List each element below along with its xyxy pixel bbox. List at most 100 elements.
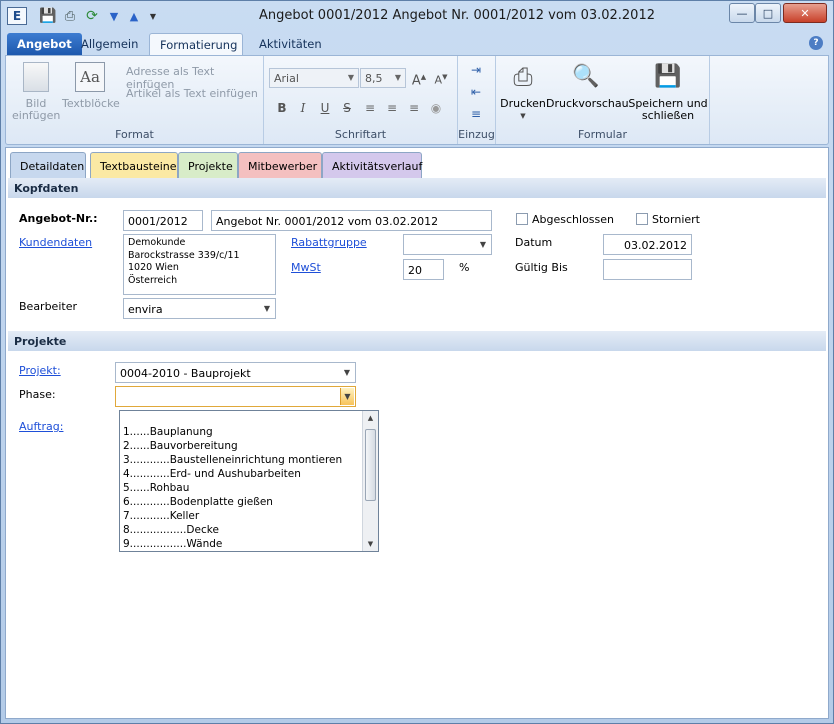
phase-dropdown-list[interactable]: 1......Bauplanung 2......Bauvorbereitung… (119, 410, 379, 552)
color-picker-icon[interactable]: ◉ (428, 100, 444, 116)
rabattgruppe-select[interactable]: ▼ (403, 234, 492, 255)
save-icon: 💾 (654, 64, 682, 89)
datum-field[interactable]: 03.02.2012 (603, 234, 692, 255)
chevron-down-icon: ▼ (394, 73, 402, 82)
refresh-icon[interactable]: ⟳ (83, 7, 101, 25)
datum-label: Datum (515, 236, 553, 249)
projekt-select[interactable]: 0004-2010 - Bauprojekt ▼ (115, 362, 356, 383)
section-kopfdaten: Kopfdaten (8, 178, 826, 198)
abgeschlossen-checkbox[interactable] (516, 213, 528, 225)
drucken-button[interactable]: ⎙ Drucken ▼ (500, 62, 546, 122)
projekt-link[interactable]: Projekt: (19, 364, 61, 377)
indent-increase-icon[interactable]: ⇥ (468, 62, 484, 78)
list-item[interactable]: 7............Keller (123, 509, 199, 523)
list-item[interactable]: 9.................Wände (123, 537, 222, 551)
group-schriftart-label: Schriftart (334, 128, 387, 141)
align-left-icon[interactable]: ≡ (362, 100, 378, 116)
address-line: Barockstrasse 339/c/11 (128, 249, 240, 261)
druckvorschau-button[interactable]: 🔍 Druckvorschau (546, 62, 629, 110)
font-family-select[interactable]: Arial ▼ (269, 68, 359, 88)
tab-formatierung[interactable]: Formatierung (149, 33, 243, 55)
align-center-icon[interactable]: ≡ (384, 100, 400, 116)
storniert-label: Storniert (652, 213, 700, 226)
list-item[interactable]: 8.................Decke (123, 523, 219, 537)
scrollbar[interactable]: ▲ ▼ (362, 411, 378, 551)
address-line: 1020 Wien (128, 262, 179, 273)
phase-select[interactable]: ▼ (115, 386, 356, 407)
save-close-button[interactable]: 💾 Speichern und schließen (628, 62, 708, 122)
auftrag-link[interactable]: Auftrag: (19, 420, 63, 433)
tab-detaildaten[interactable]: Detaildaten (10, 152, 86, 178)
tab-aktivitaetsverlauf[interactable]: Aktivitätsverlauf (322, 152, 422, 178)
mwst-link[interactable]: MwSt (291, 261, 321, 274)
indent-decrease-icon[interactable]: ⇤ (468, 84, 484, 100)
list-item[interactable]: 2......Bauvorbereitung (123, 439, 238, 453)
projekt-value: 0004-2010 - Bauprojekt (120, 367, 251, 380)
insert-picture-label: Bild einfügen (12, 97, 61, 122)
rabattgruppe-link[interactable]: Rabattgruppe (291, 236, 367, 249)
list-item[interactable]: 6............Bodenplatte gießen (123, 495, 273, 509)
tab-allgemein[interactable]: Allgemein (71, 33, 148, 55)
bearbeiter-select[interactable]: envira ▼ (123, 298, 276, 319)
customer-address-box[interactable]: Demokunde Barockstrasse 339/c/11 1020 Wi… (123, 234, 276, 295)
chevron-down-icon: ▼ (520, 112, 526, 120)
underline-button[interactable]: U (317, 100, 333, 116)
printer-icon: ⎙ (513, 63, 533, 91)
list-item[interactable]: 5......Rohbau (123, 481, 189, 495)
align-right-icon[interactable]: ≡ (406, 100, 422, 116)
group-formular-label: Formular (577, 128, 627, 141)
scroll-up-icon[interactable]: ▲ (363, 411, 378, 425)
mwst-field[interactable]: 20 (403, 259, 444, 280)
close-button[interactable]: ✕ (783, 3, 827, 23)
group-formular: ⎙ Drucken ▼ 🔍 Druckvorschau 💾 Speichern … (496, 56, 710, 144)
maximize-button[interactable]: □ (755, 3, 781, 23)
druckvorschau-label: Druckvorschau (546, 97, 629, 110)
group-einzug-label: Einzug (458, 128, 495, 141)
textbloecke-button[interactable]: Aa Textblöcke (62, 62, 120, 110)
bold-button[interactable]: B (274, 100, 290, 116)
app-icon[interactable]: E (7, 7, 27, 25)
picture-icon (23, 62, 49, 92)
kundendaten-link[interactable]: Kundendaten (19, 236, 92, 249)
group-schriftart: Arial ▼ 8,5 ▼ A▲ A▼ B I U S ≡ ≡ ≡ ◉ Schrif… (264, 56, 458, 144)
angebot-nr-field[interactable]: 0001/2012 (123, 210, 203, 231)
print-icon[interactable]: ⎙ (61, 7, 79, 25)
gueltig-bis-field[interactable] (603, 259, 692, 280)
chevron-down-icon: ▼ (340, 388, 354, 405)
grow-font-icon[interactable]: A▲ (411, 69, 427, 88)
help-icon[interactable]: ? (809, 36, 823, 50)
tab-projekte[interactable]: Projekte (178, 152, 238, 178)
ribbon-tab-bar: Angebot Allgemein Formatierung Aktivität… (1, 31, 833, 55)
angebot-title-field[interactable]: Angebot Nr. 0001/2012 vom 03.02.2012 (211, 210, 492, 231)
list-item[interactable]: 1......Bauplanung (123, 425, 213, 439)
scrollbar-thumb[interactable] (365, 429, 376, 501)
storniert-checkbox[interactable] (636, 213, 648, 225)
arrow-up-icon[interactable]: ▲ (127, 7, 141, 25)
bullet-list-icon[interactable]: ≡ (468, 106, 484, 122)
ribbon-panel: Bild einfügen Aa Textblöcke Adresse als … (5, 55, 829, 145)
arrow-down-icon[interactable]: ▼ (107, 7, 121, 25)
list-item[interactable]: 3............Baustelleneinrichtung monti… (123, 453, 342, 467)
tab-textbausteine[interactable]: Textbausteine (90, 152, 178, 178)
tab-aktivitaeten[interactable]: Aktivitäten (249, 33, 332, 55)
chevron-down-icon: ▼ (347, 73, 355, 82)
tab-mitbewerber[interactable]: Mitbewerber (238, 152, 322, 178)
angebot-nr-label: Angebot-Nr.: (19, 212, 98, 225)
minimize-button[interactable]: — (729, 3, 755, 23)
shrink-font-icon[interactable]: A▼ (433, 69, 449, 87)
customize-quick-access-icon[interactable]: ▼ (147, 7, 159, 25)
document-area: Detaildaten Textbausteine Projekte Mitbe… (5, 147, 829, 719)
text-blocks-icon: Aa (75, 62, 105, 92)
save-icon[interactable]: 💾 (39, 7, 57, 25)
phase-label: Phase: (19, 388, 56, 401)
list-item[interactable]: 4............Erd- und Aushubarbeiten (123, 467, 301, 481)
insert-article-text-button[interactable]: Artikel als Text einfügen (126, 87, 258, 100)
strikethrough-button[interactable]: S (339, 100, 355, 116)
italic-button[interactable]: I (295, 100, 311, 116)
scroll-down-icon[interactable]: ▼ (363, 537, 378, 551)
chevron-down-icon: ▼ (263, 304, 271, 313)
font-size-select[interactable]: 8,5 ▼ (360, 68, 406, 88)
address-line: Demokunde (128, 237, 186, 248)
insert-picture-button[interactable]: Bild einfügen (12, 62, 60, 122)
font-family-value: Arial (274, 72, 299, 85)
